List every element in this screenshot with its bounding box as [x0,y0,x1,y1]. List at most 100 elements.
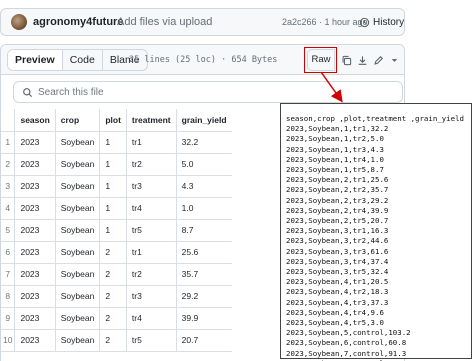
csv-line: 2023,Soybean,1,tr2,5.0 [286,134,384,144]
raw-highlight-box [304,47,337,73]
cell-crop: Soybean [54,131,100,154]
cell-grain-yield: 8.7 [175,219,232,242]
history-button[interactable]: History [355,13,408,31]
history-icon [359,17,370,27]
cell-crop: Soybean [54,263,100,286]
csv-line: 2023,Soybean,2,tr1,25.6 [286,175,389,185]
cell-grain-yield: 29.2 [175,285,232,308]
cell-grain-yield: 1.0 [175,197,232,220]
commit-message[interactable]: Add files via upload [117,16,212,28]
cell-treatment: tr3 [125,175,177,198]
csv-line: 2023,Soybean,3,tr4,37.4 [286,256,389,266]
cell-crop: Soybean [54,307,100,330]
csv-line: 2023,Soybean,2,tr5,20.7 [286,216,389,226]
line-number: 10 [1,329,15,352]
table-row: 1 2023 Soybean 1 tr1 32.2 [1,131,232,154]
table-row: 10 2023 Soybean 2 tr5 20.7 [1,329,232,352]
line-number: 8 [1,285,15,308]
file-header: Preview Code Blame 25 lines (25 loc) · 6… [1,45,404,75]
commit-author[interactable]: agronomy4future [33,16,123,28]
csv-line: 2023,Soybean,2,tr2,35.7 [286,185,389,195]
cell-plot: 2 [99,329,127,352]
cell-plot: 1 [99,197,127,220]
cell-treatment: tr2 [125,263,177,286]
cell-crop: Soybean [54,197,100,220]
column-header-crop[interactable]: crop [54,109,100,132]
column-header-plot[interactable]: plot [99,109,127,132]
csv-line: 2023,Soybean,2,tr3,29.2 [286,195,389,205]
cell-treatment: tr4 [125,307,177,330]
cell-plot: 1 [99,131,127,154]
cell-grain-yield: 35.7 [175,263,232,286]
column-header-grain-yield[interactable]: grain_yield [175,109,232,132]
csv-line: 2023,Soybean,4,tr2,18.3 [286,287,389,297]
cell-season: 2023 [14,329,56,352]
table-row: 3 2023 Soybean 1 tr3 4.3 [1,175,232,198]
table-row: 7 2023 Soybean 2 tr2 35.7 [1,263,232,286]
pencil-icon [373,55,383,65]
cell-treatment: tr3 [125,285,177,308]
column-header-season[interactable]: season [14,109,56,132]
file-info: 25 lines (25 loc) · 654 Bytes [129,55,278,65]
table-row: 6 2023 Soybean 2 tr1 25.6 [1,241,232,264]
cell-season: 2023 [14,285,56,308]
csv-line: 2023,Soybean,2,tr4,39.9 [286,205,389,215]
search-icon [23,88,33,98]
line-number: 7 [1,263,15,286]
tab-code[interactable]: Code [63,50,103,70]
avatar[interactable] [11,14,27,30]
cell-treatment: tr1 [125,241,177,264]
csv-line: 2023,Soybean,6,control,60.8 [286,338,407,348]
cell-season: 2023 [14,153,56,176]
line-number: 2 [1,153,15,176]
csv-line: 2023,Soybean,1,tr3,4.3 [286,144,384,154]
csv-line: 2023,Soybean,1,tr5,8.7 [286,165,384,175]
cell-plot: 1 [99,219,127,242]
table-body: 1 2023 Soybean 1 tr1 32.2 2 2023 Soybean 1 tr2 5.0 3… [1,131,232,352]
column-header-treatment[interactable]: treatment [125,109,177,132]
more-options-button[interactable] [385,49,403,71]
csv-line: 2023,Soybean,3,tr2,44.6 [286,236,389,246]
line-number-header [1,109,15,132]
cell-plot: 2 [99,307,127,330]
search-input[interactable]: Search this file [13,81,403,103]
csv-line: 2023,Soybean,4,tr3,37.3 [286,297,389,307]
csv-line: 2023,Soybean,1,tr1,32.2 [286,124,389,134]
cell-crop: Soybean [54,241,100,264]
line-number: 5 [1,219,15,242]
cell-season: 2023 [14,131,56,154]
csv-line: 2023,Soybean,3,tr1,16.3 [286,226,389,236]
cell-grain-yield: 39.9 [175,307,232,330]
csv-line: 2023,Soybean,4,tr4,9.6 [286,307,384,317]
chevron-down-icon [391,58,397,62]
cell-treatment: tr5 [125,219,177,242]
cell-treatment: tr1 [125,131,177,154]
download-icon [358,55,366,65]
cell-season: 2023 [14,307,56,330]
cell-plot: 1 [99,175,127,198]
table-row: 5 2023 Soybean 1 tr5 8.7 [1,219,232,242]
line-number: 4 [1,197,15,220]
cell-plot: 2 [99,263,127,286]
csv-line: season,crop ,plot,treatment ,grain_yield [286,114,464,123]
csv-line: 2023,Soybean,3,tr5,32.4 [286,267,389,277]
history-label: History [373,16,405,28]
commit-bar: agronomy4future Add files via upload 2a2… [0,8,405,36]
view-mode-toggle: Preview Code Blame [7,49,148,71]
csv-line: 2023,Soybean,1,tr4,1.0 [286,154,384,164]
line-number: 3 [1,175,15,198]
cell-plot: 2 [99,241,127,264]
cell-treatment: tr4 [125,197,177,220]
cell-grain-yield: 25.6 [175,241,232,264]
table-row: 2 2023 Soybean 1 tr2 5.0 [1,153,232,176]
copy-icon [342,55,351,65]
search-placeholder: Search this file [38,87,104,98]
cell-grain-yield: 5.0 [175,153,232,176]
cell-season: 2023 [14,175,56,198]
cell-treatment: tr2 [125,153,177,176]
line-number: 9 [1,307,15,330]
cell-season: 2023 [14,219,56,242]
tab-preview[interactable]: Preview [8,50,63,70]
table-row: 8 2023 Soybean 2 tr3 29.2 [1,285,232,308]
line-number: 1 [1,131,15,154]
